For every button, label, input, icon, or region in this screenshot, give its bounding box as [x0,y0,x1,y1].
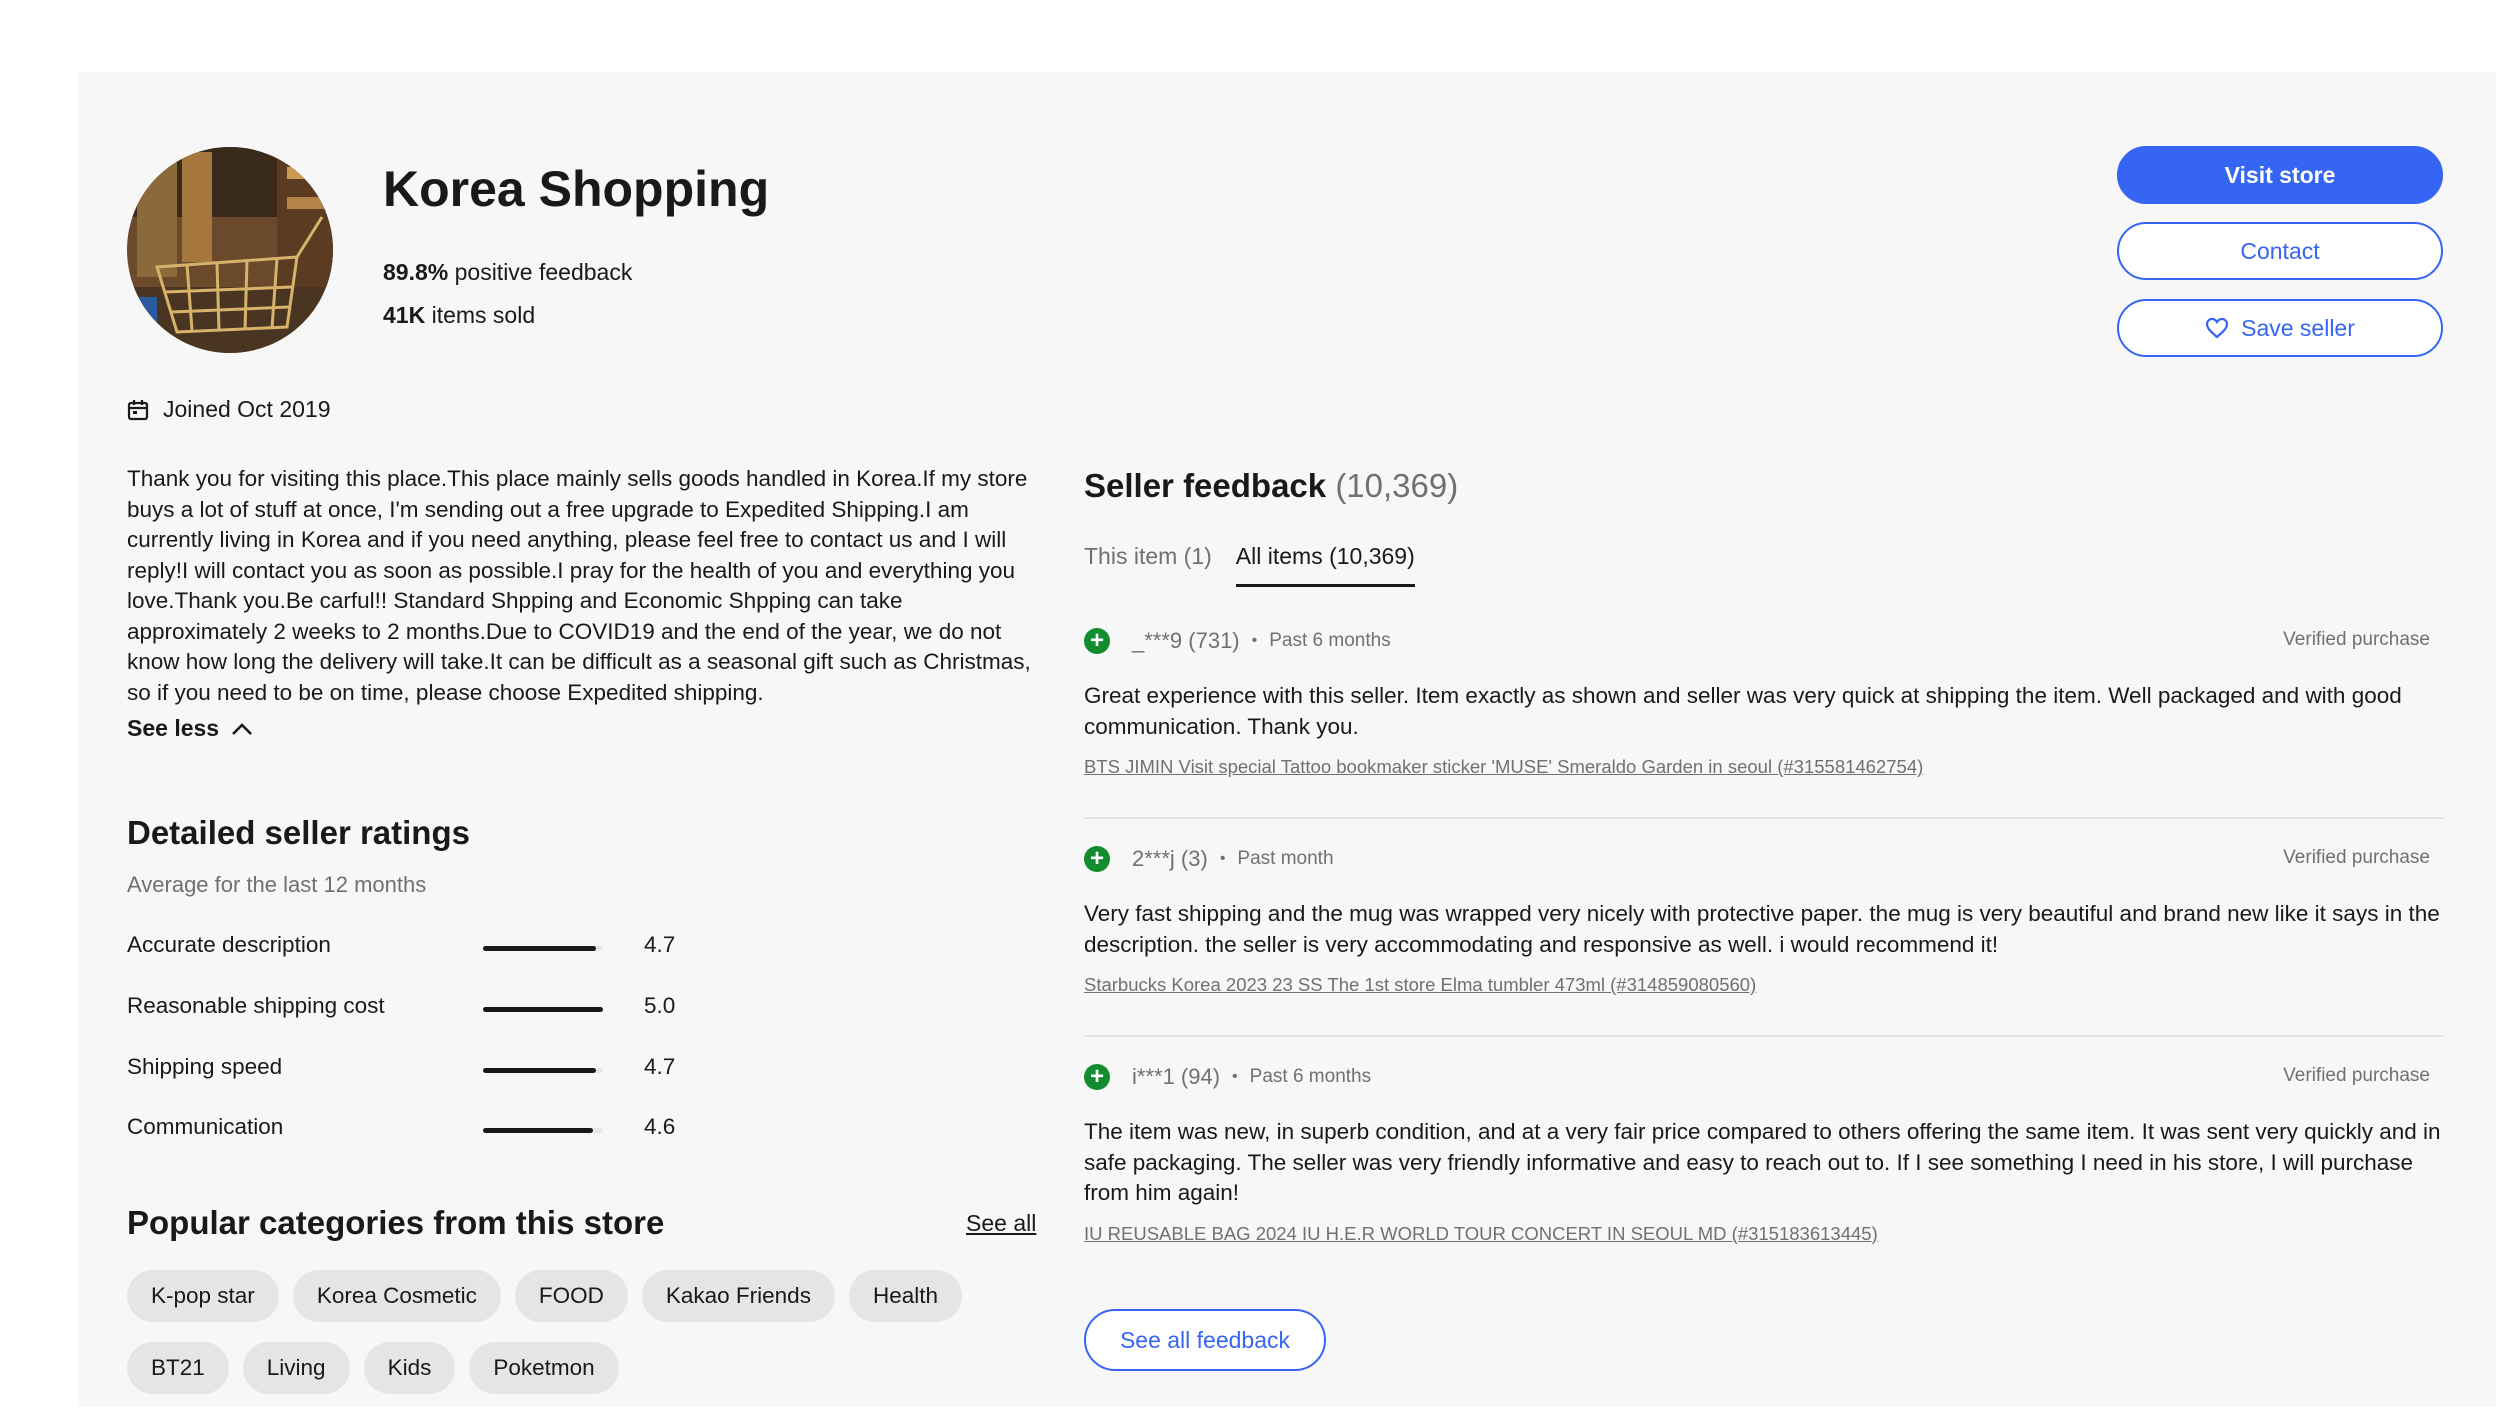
contact-button[interactable]: Contact [2117,222,2443,280]
joined-date: Joined Oct 2019 [127,396,331,423]
positive-feedback: 89.8% positive feedback [383,259,632,286]
verified-purchase: Verified purchase [2283,1065,2430,1086]
category-chip[interactable]: Health [848,1270,962,1322]
save-seller-button[interactable]: Save seller [2117,299,2443,357]
review-header: + 2***j (3) • Past month Verified purcha… [1084,843,2444,875]
verified-purchase: Verified purchase [2283,847,2430,868]
review-item-link[interactable]: BTS JIMIN Visit special Tattoo bookmaker… [1084,756,2444,778]
separator-dot: • [1219,850,1226,867]
category-chip[interactable]: FOOD [514,1270,628,1322]
feedback-title: Seller feedback (10,369) [1084,467,1458,505]
calendar-icon [127,399,149,421]
separator-dot: • [1232,1068,1238,1085]
category-chip[interactable]: Korea Cosmetic [292,1270,501,1322]
review-text: The item was new, in superb condition, a… [1084,1119,2441,1205]
joined-label: Joined Oct 2019 [163,396,331,422]
see-less-label: See less [127,715,220,741]
feedback-count: (10,369) [1335,467,1459,504]
store-avatar [127,147,333,353]
see-all-feedback-button[interactable]: See all feedback [1084,1309,1326,1371]
review-divider [1084,817,2444,819]
rating-bar-fill [483,1068,596,1073]
category-chip[interactable]: Poketmon [469,1342,619,1394]
categories-title: Popular categories from this store [127,1204,665,1241]
review-text: Great experience with this seller. Item … [1084,683,2402,739]
review-text: Very fast shipping and the mug was wrapp… [1084,901,2440,957]
rating-label: Accurate description [127,932,331,957]
positive-icon: + [1084,846,1110,872]
category-chip[interactable]: BT21 [127,1342,229,1394]
category-chip[interactable]: Kakao Friends [641,1270,835,1322]
rating-row: Shipping speed 4.7 [127,1054,687,1084]
review-time: Past 6 months [1269,630,1391,651]
rating-bar-fill [483,946,596,951]
store-description: Thank you for visiting this place.This p… [127,466,1031,705]
feedback-tabs: This item (1) All items (10,369) [1084,543,1415,587]
reviewer-name: _***9 (731) [1132,628,1240,653]
rating-label: Communication [127,1114,284,1139]
review-item-link[interactable]: Starbucks Korea 2023 23 SS The 1st store… [1084,974,2444,996]
visit-store-button[interactable]: Visit store [2117,146,2443,204]
positive-feedback-label: positive feedback [454,259,633,285]
rating-bar [483,1128,603,1133]
positive-feedback-value: 89.8% [383,259,449,285]
rating-bar [483,946,603,951]
positive-icon: + [1084,628,1110,654]
reviewer-name: 2***j (3) [1132,846,1208,871]
reviewer-name: i***1 (94) [1132,1064,1221,1089]
rating-row: Accurate description 4.7 [127,932,687,962]
rating-value: 4.7 [644,1054,676,1079]
verified-purchase: Verified purchase [2283,629,2430,650]
review-header: + i***1 (94) • Past 6 months Verified pu… [1084,1061,2444,1093]
rating-value: 4.7 [644,932,676,957]
tab-all-items[interactable]: All items (10,369) [1235,543,1415,587]
rating-label: Shipping speed [127,1054,283,1079]
rating-bar [483,1068,603,1073]
store-name: Korea Shopping [383,161,770,217]
review-divider [1084,1035,2444,1037]
items-sold-value: 41K [383,302,426,328]
review-header: + _***9 (731) • Past 6 months Verified p… [1084,625,2444,657]
ratings-subtitle: Average for the last 12 months [127,872,427,897]
rating-label: Reasonable shipping cost [127,993,385,1018]
items-sold: 41K items sold [383,302,535,329]
tab-this-item[interactable]: This item (1) [1084,543,1212,587]
see-all-categories-link[interactable]: See all [966,1210,1036,1237]
rating-value: 4.6 [644,1114,676,1139]
items-sold-label: items sold [431,302,536,328]
see-less-button[interactable]: See less [127,715,253,742]
review-time: Past 6 months [1249,1066,1372,1087]
positive-icon: + [1084,1064,1110,1090]
feedback-review: + i***1 (94) • Past 6 months Verified pu… [1084,1061,2444,1245]
feedback-review: + 2***j (3) • Past month Verified purcha… [1084,843,2444,996]
category-chip[interactable]: K-pop star [127,1270,279,1322]
save-seller-label: Save seller [2241,314,2355,341]
rating-bar [483,1007,603,1012]
rating-row: Communication 4.6 [127,1114,687,1144]
separator-dot: • [1251,632,1258,649]
ratings-title: Detailed seller ratings [127,814,470,851]
review-item-link[interactable]: IU REUSABLE BAG 2024 IU H.E.R WORLD TOUR… [1084,1223,2444,1245]
rating-value: 5.0 [644,993,676,1018]
feedback-review: + _***9 (731) • Past 6 months Verified p… [1084,625,2444,778]
chevron-up-icon [231,722,253,736]
category-chip[interactable]: Living [242,1342,350,1394]
rating-bar-fill [483,1007,603,1012]
category-chip[interactable]: Kids [363,1342,456,1394]
review-time: Past month [1237,848,1334,869]
category-chips: K-pop star Korea Cosmetic FOOD Kakao Fri… [127,1270,1047,1414]
rating-bar-fill [483,1128,594,1133]
heart-icon [2205,317,2229,339]
rating-row: Reasonable shipping cost 5.0 [127,993,687,1023]
feedback-title-label: Seller feedback [1084,467,1327,504]
